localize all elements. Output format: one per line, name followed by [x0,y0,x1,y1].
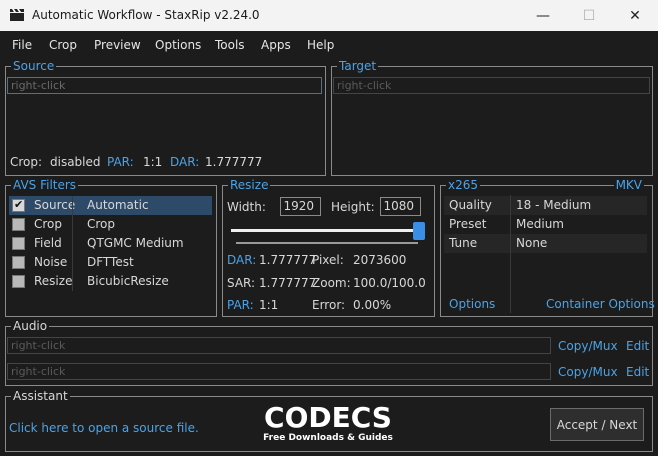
container-title[interactable]: MKV [613,178,644,192]
encoder-value: 18 - Medium [516,198,592,212]
error-value: 0.00% [353,298,392,312]
filter-name: Source [34,198,76,212]
sar-label: SAR: [227,276,256,290]
filter-row-crop[interactable]: Crop Crop [9,215,212,234]
encoder-value: None [516,236,548,250]
encoder-key: Tune [449,236,478,250]
filter-list[interactable]: ✔ Source Automatic Crop Crop Field QTGMC… [9,196,212,311]
pixel-label: Pixel: [312,253,344,267]
menu-bar: File Crop Preview Options Tools Apps Hel… [0,31,658,57]
filters-title: AVS Filters [11,178,79,192]
audio-track-2-input[interactable]: right-click [7,363,551,380]
menu-file[interactable]: File [12,38,32,52]
filter-value: Crop [87,217,116,231]
filter-checkbox-field[interactable] [12,237,25,250]
target-title: Target [337,59,379,73]
encoder-value: Medium [516,217,564,231]
filter-name: Field [34,236,62,250]
filter-checkbox-noise[interactable] [12,256,25,269]
filter-checkbox-source[interactable]: ✔ [12,198,25,212]
resize-par-value: 1:1 [259,298,279,312]
height-label: Height: [331,200,375,214]
encoder-key: Preset [449,217,487,231]
accept-next-button[interactable]: Accept / Next [550,408,644,441]
resize-slider-ticks [236,242,418,244]
filter-row-resize[interactable]: Resize BicubicResize [9,272,212,291]
width-input[interactable]: 1920 [280,197,321,216]
audio-track-1-edit[interactable]: Edit [626,339,649,353]
target-input[interactable]: right-click [333,77,650,94]
menu-preview[interactable]: Preview [94,38,141,52]
checkmark-icon: ✔ [14,198,24,211]
audio-track-2-copymux[interactable]: Copy/Mux [558,365,618,379]
audio-title: Audio [11,319,50,333]
width-label: Width: [227,200,266,214]
resize-par-label[interactable]: PAR: [227,298,254,312]
source-dar-label: DAR: [170,155,200,169]
audio-track-2-edit[interactable]: Edit [626,365,649,379]
encoder-row-quality[interactable]: Quality 18 - Medium [444,196,647,215]
audio-track-1-input[interactable]: right-click [7,337,551,354]
resize-title: Resize [228,178,271,192]
filter-value: QTGMC Medium [87,236,184,250]
assistant-title: Assistant [11,389,70,403]
encoder-key: Quality [449,198,492,212]
clapperboard-icon [10,9,24,21]
error-label: Error: [312,298,346,312]
audio-track-1-copymux[interactable]: Copy/Mux [558,339,618,353]
filter-name: Noise [34,255,68,269]
source-par-value: 1:1 [143,155,163,169]
zoom-value: 100.0/100.0 [353,276,426,290]
filter-value: BicubicResize [87,274,169,288]
filter-row-source[interactable]: ✔ Source Automatic [9,196,212,215]
resize-slider-track[interactable] [231,229,419,232]
filter-checkbox-resize[interactable] [12,275,25,288]
filter-column-divider [72,196,73,291]
menu-crop[interactable]: Crop [49,38,77,52]
sar-value: 1.777777 [259,276,317,290]
maximize-button[interactable]: ☐ [566,0,612,31]
resize-slider-thumb[interactable] [413,222,425,240]
filter-name: Resize [34,274,73,288]
source-par-label: PAR: [107,155,134,169]
minimize-button[interactable]: — [520,0,566,31]
window-title: Automatic Workflow - StaxRip v2.24.0 [32,8,260,22]
menu-help[interactable]: Help [307,38,334,52]
title-bar[interactable]: Automatic Workflow - StaxRip v2.24.0 — ☐… [0,0,658,31]
encoder-title[interactable]: x265 [446,178,481,192]
resize-dar-value: 1.777777 [259,253,317,267]
source-dar-value: 1.777777 [205,155,263,169]
filter-row-field[interactable]: Field QTGMC Medium [9,234,212,253]
resize-dar-label[interactable]: DAR: [227,253,256,267]
height-input[interactable]: 1080 [380,197,421,216]
source-crop-label: Crop: [10,155,43,169]
encoder-options-link[interactable]: Options [449,297,495,311]
container-options-link[interactable]: Container Options [546,297,655,311]
filter-value: Automatic [87,198,149,212]
codecs-watermark: CODECS Free Downloads & Guides [262,403,394,449]
encoder-column-divider [510,195,511,313]
menu-options[interactable]: Options [155,38,201,52]
encoder-row-preset[interactable]: Preset Medium [444,215,647,234]
filter-name: Crop [34,217,63,231]
source-crop-value: disabled [50,155,101,169]
pixel-value: 2073600 [353,253,407,267]
filter-row-noise[interactable]: Noise DFTTest [9,253,212,272]
filter-value: DFTTest [87,255,134,269]
source-input[interactable]: right-click [7,77,322,94]
assistant-message-link[interactable]: Click here to open a source file. [9,421,199,435]
watermark-main: CODECS [264,401,392,434]
watermark-sub: Free Downloads & Guides [263,433,393,443]
source-title: Source [11,59,57,73]
menu-tools[interactable]: Tools [215,38,245,52]
close-button[interactable]: ✕ [612,0,658,31]
filter-checkbox-crop[interactable] [12,218,25,231]
encoder-row-tune[interactable]: Tune None [444,234,647,253]
menu-apps[interactable]: Apps [261,38,291,52]
zoom-label: Zoom: [312,276,351,290]
